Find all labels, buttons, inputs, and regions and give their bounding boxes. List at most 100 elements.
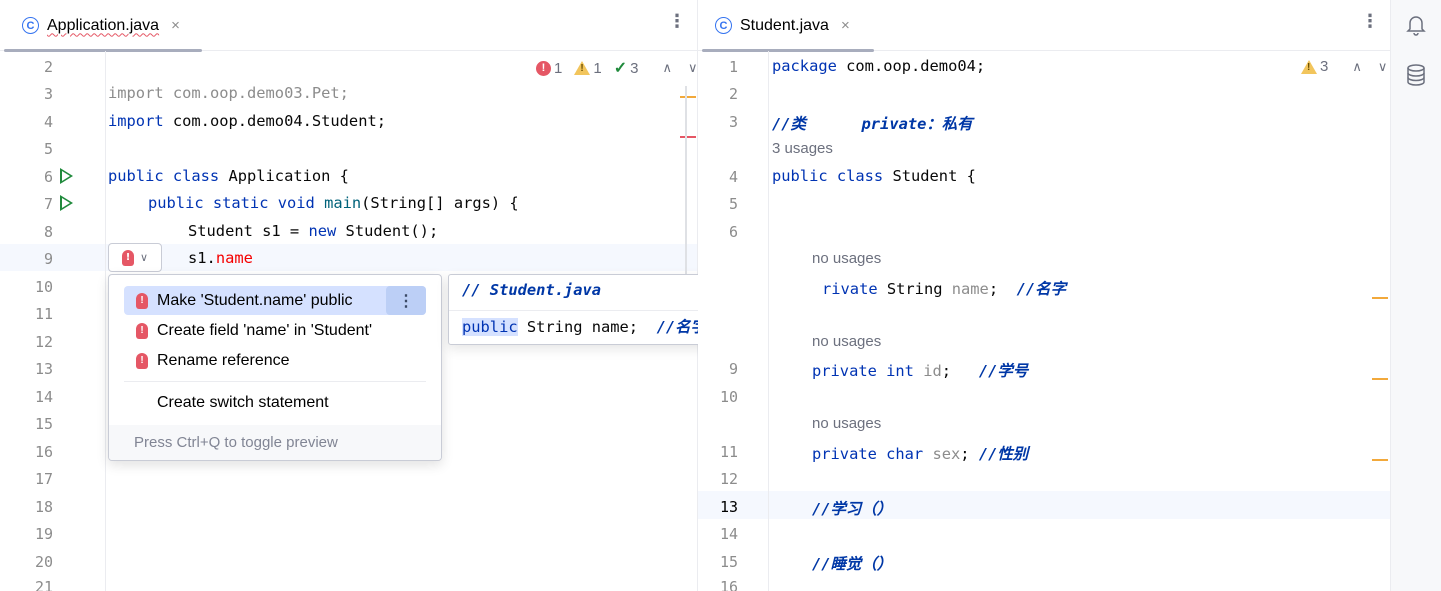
line-number: 5: [728, 195, 738, 213]
popup-footer-hint: Press Ctrl+Q to toggle preview: [109, 425, 441, 460]
code-line-9[interactable]: private int id; //学号: [812, 359, 1028, 381]
warning-marker[interactable]: [1372, 459, 1388, 461]
intention-label: Create switch statement: [157, 393, 329, 411]
warning-marker[interactable]: [1372, 297, 1388, 299]
intention-actions-popup: ! Make 'Student.name' public ⋮ ! Create …: [108, 274, 442, 461]
more-options-icon[interactable]: ⋮: [1361, 13, 1379, 31]
database-icon[interactable]: [1405, 64, 1427, 86]
line-number: 3: [728, 113, 738, 131]
tab-title: Application.java: [47, 16, 160, 34]
gutter-separator: [105, 51, 106, 591]
red-bulb-icon: !: [136, 322, 148, 339]
line-number: 9: [43, 250, 53, 268]
code-line-15[interactable]: //睡觉（）: [812, 552, 892, 574]
line-number: 6: [43, 168, 53, 186]
usages-hint[interactable]: 3 usages: [772, 140, 833, 157]
line-number: 12: [34, 333, 53, 351]
code-line-3[interactable]: import com.oop.demo03.Pet;: [108, 84, 349, 102]
line-number: 8: [43, 223, 53, 241]
line-number: 12: [719, 470, 738, 488]
inspection-widget[interactable]: ! 3 ∧ ∨: [1301, 58, 1387, 75]
code-line-1[interactable]: package com.oop.demo04;: [772, 57, 985, 75]
tab-underline: [702, 49, 874, 52]
right-tool-strip: [1390, 0, 1441, 591]
tab-student-java[interactable]: C Student.java ×: [702, 0, 874, 52]
code-line-9[interactable]: s1.name: [188, 249, 253, 267]
code-line-13[interactable]: //学习（）: [812, 497, 892, 519]
line-number: 9: [728, 360, 738, 378]
red-bulb-icon: !: [136, 352, 148, 369]
warning-count[interactable]: ! 3: [1301, 58, 1328, 75]
right-editor: C Student.java × ⋮ 1 2 3 4 5 6 9 10 11 1…: [698, 0, 1390, 591]
line-number: 20: [34, 553, 53, 571]
red-bulb-icon: !: [136, 292, 148, 309]
usages-hint[interactable]: no usages: [812, 250, 881, 267]
tab-title: Student.java: [740, 16, 829, 34]
next-highlight-icon[interactable]: ∨: [688, 60, 697, 76]
code-line-7[interactable]: public static void main(String[] args) {: [148, 194, 519, 212]
intention-create-switch[interactable]: Create switch statement: [124, 388, 426, 417]
popup-separator: [124, 381, 426, 382]
notifications-bell-icon[interactable]: [1405, 14, 1427, 36]
line-number: 2: [728, 85, 738, 103]
close-icon[interactable]: ×: [171, 17, 180, 34]
warning-marker[interactable]: [1372, 378, 1388, 380]
right-tab-bar: C Student.java × ⋮: [698, 0, 1390, 52]
intention-label: Make 'Student.name' public: [157, 291, 353, 309]
line-number: 16: [34, 443, 53, 461]
previous-highlight-icon[interactable]: ∧: [662, 60, 672, 76]
line-number: 16: [719, 578, 738, 591]
code-line-4[interactable]: import com.oop.demo04.Student;: [108, 112, 386, 130]
line-number: 3: [43, 85, 53, 103]
usages-hint[interactable]: no usages: [812, 415, 881, 432]
run-icon[interactable]: [60, 195, 73, 211]
more-options-icon[interactable]: ⋮: [386, 286, 426, 315]
code-line-3[interactable]: //类 private：私有: [772, 112, 973, 134]
inspection-widget[interactable]: ! 1 ! 1 ✓ 3 ∧ ∨: [536, 58, 697, 78]
line-number: 4: [43, 113, 53, 131]
line-number: 14: [719, 525, 738, 543]
preview-file-comment: // Student.java: [462, 281, 601, 299]
code-line-6[interactable]: public class Application {: [108, 167, 349, 185]
error-icon: !: [536, 60, 551, 76]
code-line-8[interactable]: Student s1 = new Student();: [188, 222, 438, 240]
tab-application-java[interactable]: C Application.java ×: [4, 0, 202, 52]
line-number: 1: [728, 58, 738, 76]
previous-highlight-icon[interactable]: ∧: [1352, 59, 1362, 75]
next-highlight-icon[interactable]: ∨: [1378, 59, 1388, 75]
check-icon: ✓: [613, 60, 628, 77]
more-options-icon[interactable]: ⋮: [668, 13, 686, 31]
error-marker[interactable]: [680, 136, 696, 138]
scrollbar-thumb[interactable]: [685, 86, 687, 276]
run-icon[interactable]: [60, 168, 73, 184]
close-icon[interactable]: ×: [841, 17, 850, 34]
intention-rename-reference[interactable]: ! Rename reference: [124, 346, 426, 375]
line-number: 21: [34, 578, 53, 591]
line-number: 13: [34, 360, 53, 378]
warning-marker[interactable]: [680, 96, 696, 98]
intention-create-field[interactable]: ! Create field 'name' in 'Student': [124, 316, 426, 345]
line-number: 10: [719, 388, 738, 406]
weak-warning-count[interactable]: ✓ 3: [614, 58, 639, 78]
code-line-7[interactable]: rivate String name; //名字: [822, 277, 1066, 299]
intention-make-public[interactable]: ! Make 'Student.name' public ⋮: [124, 286, 426, 315]
class-icon: C: [715, 17, 732, 34]
line-number: 2: [43, 58, 53, 76]
line-number: 11: [34, 305, 53, 323]
warning-count[interactable]: ! 1: [574, 60, 602, 77]
line-number: 10: [34, 278, 53, 296]
intention-bulb-button[interactable]: ! ∨: [108, 243, 162, 272]
line-number: 5: [43, 140, 53, 158]
class-icon: C: [22, 17, 39, 34]
line-number: 6: [728, 223, 738, 241]
code-line-4[interactable]: public class Student {: [772, 167, 976, 185]
usages-hint[interactable]: no usages: [812, 333, 881, 350]
line-number: 14: [34, 388, 53, 406]
current-line-highlight: [698, 491, 1390, 519]
preview-code: public String name; //名字: [462, 318, 706, 336]
error-count[interactable]: ! 1: [536, 60, 562, 77]
line-number: 15: [34, 415, 53, 433]
line-number: 11: [719, 443, 738, 461]
code-line-11[interactable]: private char sex; //性别: [812, 442, 1028, 464]
tab-underline: [4, 49, 202, 52]
